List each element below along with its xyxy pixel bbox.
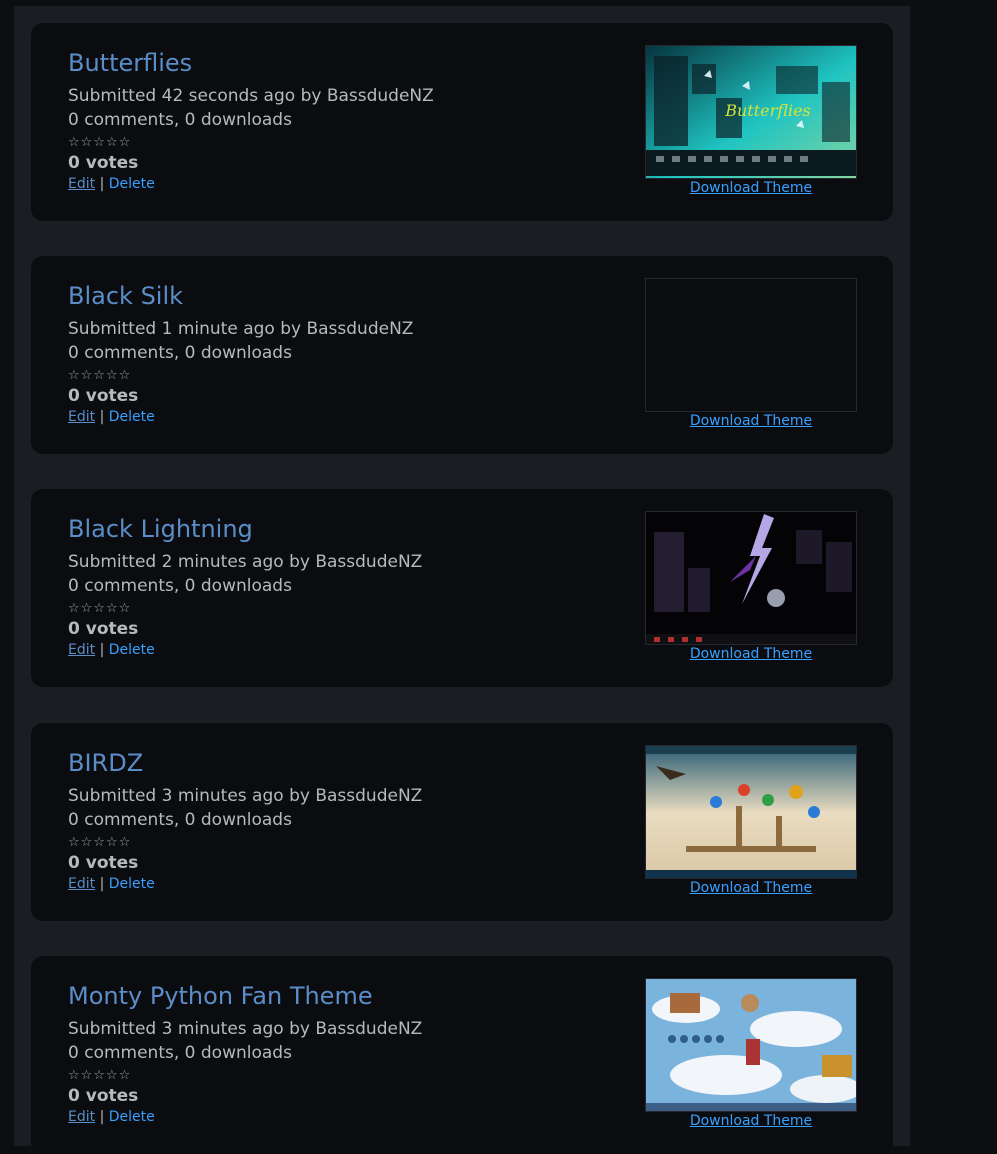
theme-thumbnail[interactable] bbox=[645, 745, 857, 879]
delete-link[interactable]: Delete bbox=[109, 409, 155, 425]
votes-count: 0 votes bbox=[68, 619, 139, 639]
admin-actions: Edit | Delete bbox=[68, 1110, 155, 1124]
edit-link[interactable]: Edit bbox=[68, 176, 95, 192]
comment-download-counts: 0 comments, 0 downloads bbox=[68, 1043, 292, 1063]
theme-thumbnail[interactable]: Butterflies bbox=[645, 45, 857, 179]
separator: | bbox=[99, 642, 105, 658]
delete-link[interactable]: Delete bbox=[109, 176, 155, 192]
edit-link[interactable]: Edit bbox=[68, 642, 95, 658]
download-theme-link[interactable]: Download Theme bbox=[645, 881, 857, 895]
votes-count: 0 votes bbox=[68, 1086, 139, 1106]
separator: | bbox=[99, 876, 105, 892]
submitted-info: Submitted 2 minutes ago by BassdudeNZ bbox=[68, 552, 423, 572]
theme-thumbnail[interactable] bbox=[645, 978, 857, 1112]
download-theme-link[interactable]: Download Theme bbox=[645, 647, 857, 661]
admin-actions: Edit | Delete bbox=[68, 643, 155, 657]
theme-card: BIRDZ Submitted 3 minutes ago by Bassdud… bbox=[31, 723, 893, 921]
admin-actions: Edit | Delete bbox=[68, 177, 155, 191]
submitted-info: Submitted 42 seconds ago by BassdudeNZ bbox=[68, 86, 434, 106]
theme-title-link[interactable]: Butterflies bbox=[68, 51, 192, 75]
download-theme-link[interactable]: Download Theme bbox=[645, 1114, 857, 1128]
theme-card: Butterflies Submitted 42 seconds ago by … bbox=[31, 23, 893, 221]
comment-download-counts: 0 comments, 0 downloads bbox=[68, 343, 292, 363]
download-theme-link[interactable]: Download Theme bbox=[645, 181, 857, 195]
comment-download-counts: 0 comments, 0 downloads bbox=[68, 810, 292, 830]
thumbnail-image bbox=[646, 512, 856, 644]
edit-link[interactable]: Edit bbox=[68, 876, 95, 892]
theme-title-link[interactable]: Black Lightning bbox=[68, 517, 253, 541]
theme-card: Black Silk Submitted 1 minute ago by Bas… bbox=[31, 256, 893, 454]
thumbnail-word: Butterflies bbox=[724, 101, 811, 120]
theme-card: Monty Python Fan Theme Submitted 3 minut… bbox=[31, 956, 893, 1154]
thumbnail-image bbox=[646, 746, 856, 878]
submitted-info: Submitted 3 minutes ago by BassdudeNZ bbox=[68, 1019, 423, 1039]
separator: | bbox=[99, 1109, 105, 1125]
delete-link[interactable]: Delete bbox=[109, 876, 155, 892]
rating-stars[interactable]: ☆☆☆☆☆ bbox=[68, 602, 131, 615]
delete-link[interactable]: Delete bbox=[109, 642, 155, 658]
votes-count: 0 votes bbox=[68, 853, 139, 873]
comment-download-counts: 0 comments, 0 downloads bbox=[68, 576, 292, 596]
submitted-info: Submitted 3 minutes ago by BassdudeNZ bbox=[68, 786, 423, 806]
admin-actions: Edit | Delete bbox=[68, 410, 155, 424]
submitted-info: Submitted 1 minute ago by BassdudeNZ bbox=[68, 319, 414, 339]
download-theme-link[interactable]: Download Theme bbox=[645, 414, 857, 428]
theme-card: Black Lightning Submitted 2 minutes ago … bbox=[31, 489, 893, 687]
separator: | bbox=[99, 176, 105, 192]
theme-thumbnail[interactable] bbox=[645, 511, 857, 645]
separator: | bbox=[99, 409, 105, 425]
theme-title-link[interactable]: BIRDZ bbox=[68, 751, 143, 775]
thumbnail-image bbox=[646, 979, 856, 1111]
theme-title-link[interactable]: Black Silk bbox=[68, 284, 183, 308]
rating-stars[interactable]: ☆☆☆☆☆ bbox=[68, 136, 131, 149]
rating-stars[interactable]: ☆☆☆☆☆ bbox=[68, 369, 131, 382]
rating-stars[interactable]: ☆☆☆☆☆ bbox=[68, 1069, 131, 1082]
theme-thumbnail[interactable] bbox=[645, 278, 857, 412]
admin-actions: Edit | Delete bbox=[68, 877, 155, 891]
thumbnail-image bbox=[646, 279, 856, 411]
rating-stars[interactable]: ☆☆☆☆☆ bbox=[68, 836, 131, 849]
comment-download-counts: 0 comments, 0 downloads bbox=[68, 110, 292, 130]
thumbnail-image: Butterflies bbox=[646, 46, 856, 178]
votes-count: 0 votes bbox=[68, 386, 139, 406]
delete-link[interactable]: Delete bbox=[109, 1109, 155, 1125]
edit-link[interactable]: Edit bbox=[68, 409, 95, 425]
edit-link[interactable]: Edit bbox=[68, 1109, 95, 1125]
theme-title-link[interactable]: Monty Python Fan Theme bbox=[68, 984, 373, 1008]
votes-count: 0 votes bbox=[68, 153, 139, 173]
